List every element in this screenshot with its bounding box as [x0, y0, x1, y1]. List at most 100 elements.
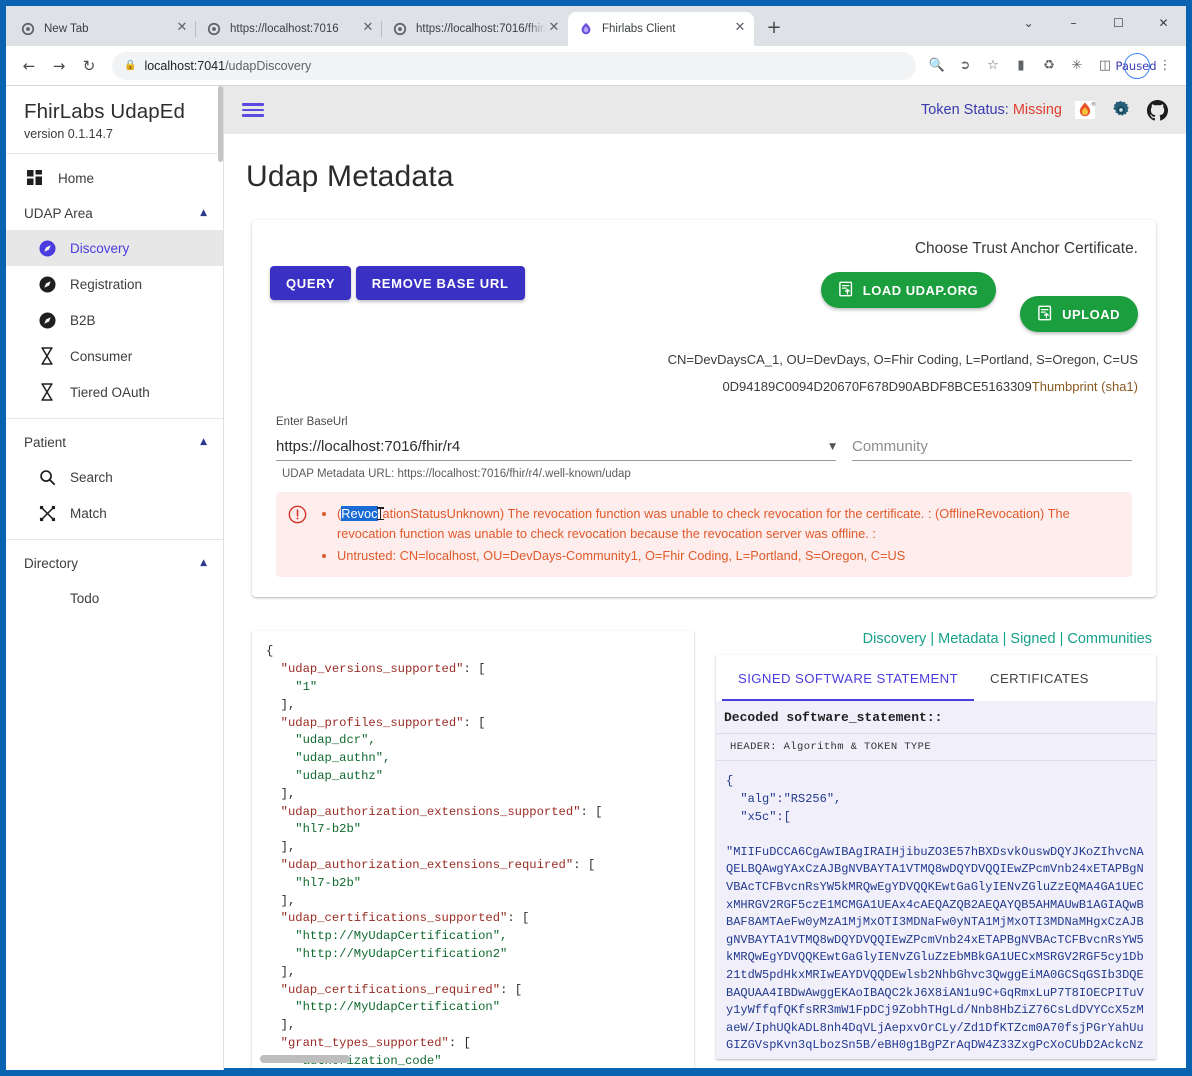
brand-version: version 0.1.14.7 [24, 127, 223, 141]
globe-icon [392, 21, 408, 37]
certificate-thumbprint-row: 0D94189C0094D20670F678D90ABDF8BCE5163309… [570, 379, 1138, 394]
error-alert: (RevocationStatusUnknown) The revocation… [276, 492, 1132, 577]
tab-bar: SIGNED SOFTWARE STATEMENT CERTIFICATES [716, 655, 1156, 701]
decoded-statement-header-label: HEADER: Algorithm & TOKEN TYPE [716, 734, 1156, 761]
close-icon[interactable]: ✕ [360, 21, 376, 37]
omnibox-icons: 🔍 ➲ ☆ ▮ ♻ ✳ ◫ Paused ⋮ [924, 53, 1178, 79]
sidebar-item-label: Tiered OAuth [70, 385, 150, 400]
certificate-upload-icon [839, 281, 855, 300]
address-host: localhost:7041 [144, 59, 225, 73]
maximize-button[interactable]: ☐ [1096, 6, 1141, 40]
recycle-icon[interactable]: ♻ [1036, 53, 1062, 79]
sidebar-item-label: Search [70, 470, 113, 485]
puzzle-extension-icon[interactable]: ✳ [1064, 53, 1090, 79]
upload-button[interactable]: UPLOAD [1020, 296, 1138, 332]
browser-toolbar: ← → ↻ 🔒 localhost:7041/udapDiscovery 🔍 ➲… [6, 46, 1186, 86]
hourglass-icon [36, 347, 58, 365]
browser-menu-icon[interactable]: ⋮ [1152, 53, 1178, 79]
metadata-json-pane[interactable]: { "udap_versions_supported": [ "1" ], "u… [252, 631, 694, 1069]
browser-tab[interactable]: https://localhost:7016 ✕ [196, 12, 382, 46]
app-header: Token Status: Missing ® [224, 86, 1186, 134]
chevron-down-icon[interactable]: ▼ [829, 442, 836, 452]
chevron-up-icon: ▲ [200, 208, 207, 218]
sidebar-item-b2b[interactable]: B2B [6, 302, 223, 338]
tab-signed-software-statement[interactable]: SIGNED SOFTWARE STATEMENT [722, 655, 974, 701]
sidebar-item-label: Consumer [70, 349, 132, 364]
globe-icon [20, 21, 36, 37]
browser-tabstrip: New Tab ✕ https://localhost:7016 ✕ https… [6, 6, 1186, 46]
tab-certificates[interactable]: CERTIFICATES [974, 655, 1105, 701]
svg-text:®: ® [1091, 101, 1096, 108]
sidebar-item-registration[interactable]: Registration [6, 266, 223, 302]
browser-tab[interactable]: New Tab ✕ [10, 12, 196, 46]
browser-tab-title: https://localhost:7016/fhir/r4/.we [416, 23, 546, 35]
sidebar-item-consumer[interactable]: Consumer [6, 338, 223, 374]
page-title: Udap Metadata [224, 134, 1186, 194]
back-icon[interactable]: ← [14, 51, 44, 81]
sidebar-item-match[interactable]: Match [6, 495, 223, 531]
close-icon[interactable]: ✕ [732, 21, 748, 37]
breadcrumb[interactable]: Discovery | Metadata | Signed | Communit… [716, 631, 1156, 647]
gear-bug-icon[interactable] [1108, 97, 1134, 123]
sidebar-item-label: Match [70, 506, 107, 521]
github-icon[interactable] [1144, 97, 1170, 123]
error-alert-body: (RevocationStatusUnknown) The revocation… [320, 504, 1118, 565]
community-input[interactable]: Community [852, 433, 1132, 461]
sidebar-item-home[interactable]: Home [6, 160, 223, 196]
token-status-value: Missing [1013, 102, 1062, 118]
new-tab-button[interactable]: + [760, 15, 788, 43]
discovery-form: Enter BaseUrl https://localhost:7016/fhi… [270, 416, 1138, 461]
page-body: Udap Metadata QUERY REMOVE BASE URL Choo… [224, 134, 1186, 1070]
sidebar-group-header-patient[interactable]: Patient ▲ [6, 425, 223, 459]
error-alert-item: (RevocationStatusUnknown) The revocation… [337, 504, 1118, 544]
minimize-button[interactable]: – [1051, 6, 1096, 40]
sidebar-item-todo[interactable]: Todo [6, 580, 223, 616]
chevron-up-icon: ▲ [200, 558, 207, 568]
sidebar: FhirLabs UdapEd version 0.1.14.7 Home UD… [6, 86, 224, 1070]
sidebar-item-label: B2B [70, 313, 96, 328]
profile-chip[interactable]: Paused [1124, 53, 1150, 79]
fhir-flame-icon[interactable]: ® [1072, 97, 1098, 123]
query-button[interactable]: QUERY [270, 266, 351, 300]
sidebar-item-search[interactable]: Search [6, 459, 223, 495]
window-close-button[interactable]: ✕ [1141, 6, 1186, 40]
hamburger-icon[interactable] [242, 103, 264, 116]
load-udap-org-button[interactable]: LOAD UDAP.ORG [821, 272, 996, 308]
close-icon[interactable]: ✕ [546, 21, 562, 37]
tab-search-icon[interactable]: ⌄ [1006, 6, 1051, 40]
share-icon[interactable]: ➲ [952, 53, 978, 79]
base-url-input[interactable]: https://localhost:7016/fhir/r4 ▼ [276, 433, 836, 461]
compass-icon [36, 240, 58, 257]
address-bar[interactable]: 🔒 localhost:7041/udapDiscovery [112, 52, 916, 80]
sidebar-item-label: Home [58, 171, 94, 186]
trust-anchor-section: Choose Trust Anchor Certificate. LOAD UD… [570, 236, 1138, 394]
community-label-spacer [852, 416, 1132, 428]
sidebar-item-discovery[interactable]: Discovery [6, 230, 223, 266]
alert-line1-rest: ationStatusUnknown) The revocation funct… [337, 506, 1070, 541]
lock-icon: 🔒 [124, 60, 136, 71]
remove-base-url-button[interactable]: REMOVE BASE URL [356, 266, 525, 300]
reload-icon[interactable]: ↻ [74, 51, 104, 81]
bookmark-star-icon[interactable]: ☆ [980, 53, 1006, 79]
zoom-icon[interactable]: 🔍 [924, 53, 950, 79]
base-url-field: Enter BaseUrl https://localhost:7016/fhi… [276, 416, 836, 461]
browser-tab-active[interactable]: Fhirlabs Client ✕ [568, 12, 754, 46]
close-icon[interactable]: ✕ [174, 21, 190, 37]
sidebar-item-label: Registration [70, 277, 142, 292]
dashboard-grid-icon [24, 170, 46, 186]
error-circle-icon [288, 504, 310, 565]
sidebar-group-directory: Directory ▲ Todo [6, 540, 223, 624]
sidebar-group-header-directory[interactable]: Directory ▲ [6, 546, 223, 580]
udap-metadata-card: QUERY REMOVE BASE URL Choose Trust Ancho… [252, 220, 1156, 597]
sidebar-scrollbar[interactable] [218, 86, 223, 1070]
globe-icon [206, 21, 222, 37]
community-placeholder: Community [852, 438, 928, 455]
extension-card-icon[interactable]: ▮ [1008, 53, 1034, 79]
forward-icon[interactable]: → [44, 51, 74, 81]
browser-tab[interactable]: https://localhost:7016/fhir/r4/.we ✕ [382, 12, 568, 46]
json-pane-scrollbar[interactable] [260, 1055, 350, 1063]
side-panel-icon[interactable]: ◫ [1092, 53, 1118, 79]
sidebar-group-header-udap[interactable]: UDAP Area ▲ [6, 196, 223, 230]
sidebar-item-tiered-oauth[interactable]: Tiered OAuth [6, 374, 223, 410]
certificate-thumbprint-tag: Thumbprint (sha1) [1032, 379, 1138, 394]
